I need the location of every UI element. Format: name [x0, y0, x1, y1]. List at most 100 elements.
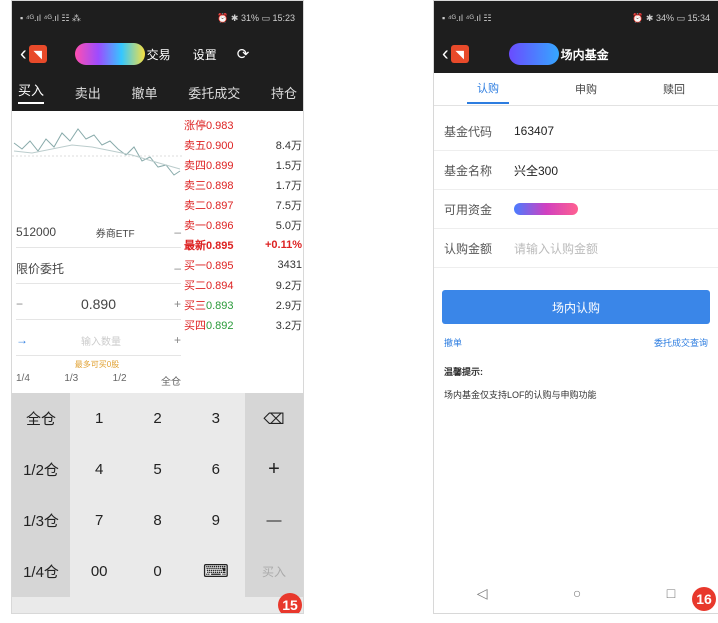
links-row: 撤单 委托成交查询: [434, 324, 718, 349]
nav-bar: ◁ ○ □: [434, 573, 718, 613]
order-type-row[interactable]: 限价委托 –: [16, 253, 181, 284]
key-quarter[interactable]: 1/4仓: [12, 546, 70, 597]
order-query-link[interactable]: 委托成交查询: [654, 336, 708, 349]
app-logo-icon: ◥: [28, 45, 47, 63]
tab-subscribe[interactable]: 认购: [467, 74, 509, 104]
ob-row[interactable]: 卖二0.897 7.5万: [184, 195, 302, 215]
qty-plus-button[interactable]: +: [174, 333, 181, 347]
stock-name: 券商ETF: [95, 228, 135, 240]
recent-nav-icon[interactable]: □: [667, 585, 675, 601]
available-funds-row: 可用资金: [434, 190, 718, 229]
title-bar: ‹ ◥ 场内基金: [434, 35, 718, 73]
price-plus-button[interactable]: +: [174, 297, 181, 311]
tab-positions[interactable]: 持仓: [271, 83, 297, 102]
tab-sell[interactable]: 卖出: [75, 83, 101, 102]
tab-orders[interactable]: 委托成交: [188, 83, 240, 102]
price-input[interactable]: 0.890: [81, 296, 116, 312]
ob-row[interactable]: 卖四0.899 1.5万: [184, 155, 302, 175]
fund-name-label: 基金名称: [444, 163, 493, 178]
trade-tabs: 买入 卖出 撤单 委托成交 持仓: [12, 73, 303, 111]
ob-row[interactable]: 买三0.893 2.9万: [184, 295, 302, 315]
ob-row[interactable]: 卖三0.898 1.7万: [184, 175, 302, 195]
position-1-2[interactable]: 1/2: [113, 373, 127, 388]
home-nav-icon[interactable]: ○: [573, 585, 581, 601]
fund-code-value[interactable]: 163407: [514, 124, 554, 138]
tab-cancel[interactable]: 撤单: [131, 83, 157, 102]
order-book: 涨停0.983 卖五0.900 8.4万 卖四0.899 1.5万 卖三0.898 1…: [184, 115, 302, 335]
fund-code-label: 基金代码: [444, 124, 493, 139]
key-8[interactable]: 8: [128, 495, 186, 546]
key-1[interactable]: 1: [70, 393, 128, 444]
ob-row[interactable]: 卖一0.896 5.0万: [184, 215, 302, 235]
buy-submit-key[interactable]: 买入: [244, 546, 303, 597]
key-6[interactable]: 6: [187, 444, 245, 495]
tab-redeem[interactable]: 赎回: [663, 81, 685, 97]
ob-row[interactable]: 卖五0.900 8.4万: [184, 135, 302, 155]
page-title: 场内基金: [560, 47, 609, 62]
tip-text: 场内基金仅支持LOF的认购与申购功能: [444, 390, 597, 400]
dropdown-icon[interactable]: –: [174, 261, 181, 275]
numeric-keypad: 全仓 1 2 3 ⌫ 1/2仓 4 5 6 + 1/3仓 7 8 9 — 1/4…: [12, 393, 303, 599]
back-icon[interactable]: ‹: [20, 43, 27, 66]
right-phone-screen: ▪ ⁴ᴳ.ıl ⁴ᴳ.ıl ☷ ⏰ ✱ 34% ▭ 15:34 ‹ ◥ 场内基金…: [433, 0, 718, 614]
fund-name-row: 基金名称 兴全300: [434, 151, 718, 190]
intraday-chart: [12, 128, 182, 176]
key-5[interactable]: 5: [128, 444, 186, 495]
status-right: ⏰ ✱ 34% ▭ 15:34: [632, 12, 710, 23]
ob-row[interactable]: 买一0.895 3431: [184, 255, 302, 275]
clear-icon[interactable]: –: [174, 225, 181, 239]
fund-code-row[interactable]: 基金代码 163407: [434, 112, 718, 151]
tab-buy[interactable]: 买入: [18, 80, 45, 104]
blurred-funds: [514, 203, 578, 215]
position-full[interactable]: 全仓: [161, 373, 181, 388]
key-full[interactable]: 全仓: [12, 393, 70, 444]
refresh-icon[interactable]: ⟳: [237, 45, 250, 63]
ob-row[interactable]: 买四0.892 3.2万: [184, 315, 302, 335]
order-type: 限价委托: [16, 261, 65, 276]
plus-key[interactable]: +: [244, 444, 303, 495]
blurred-broker-name: [74, 43, 145, 65]
key-2[interactable]: 2: [128, 393, 186, 444]
back-nav-icon[interactable]: ◁: [477, 585, 488, 602]
key-0[interactable]: 0: [128, 546, 186, 597]
ob-row[interactable]: 涨停0.983: [184, 115, 302, 135]
step-badge: 16: [692, 587, 716, 611]
key-9[interactable]: 9: [187, 495, 245, 546]
status-left: ▪ ⁴ᴳ.ıl ⁴ᴳ.ıl ☷ ⁂: [20, 12, 81, 23]
max-buy-hint: 最多可买0股: [74, 360, 120, 369]
subscribe-amount-row[interactable]: 认购金额 请输入认购金额: [434, 229, 718, 268]
key-7[interactable]: 7: [70, 495, 128, 546]
fund-tabs: 认购 申购 赎回: [434, 73, 718, 106]
subscribe-amount-input[interactable]: 请输入认购金额: [514, 240, 598, 257]
cancel-order-link[interactable]: 撤单: [444, 336, 462, 349]
fund-form: 基金代码 163407 基金名称 兴全300 可用资金 认购金额 请输入认购金额: [434, 112, 718, 268]
ob-row[interactable]: 买二0.894 9.2万: [184, 275, 302, 295]
stock-code: 512000: [16, 225, 57, 239]
status-bar: ▪ ⁴ᴳ.ıl ⁴ᴳ.ıl ☷ ⁂ ⏰ ✱ 31% ▭ 15:23: [12, 1, 303, 35]
key-00[interactable]: 00: [70, 546, 128, 597]
subscribe-button[interactable]: 场内认购: [442, 290, 710, 324]
back-icon[interactable]: ‹: [442, 43, 449, 66]
key-half[interactable]: 1/2仓: [12, 444, 70, 495]
order-form: 512000 券商ETF – 限价委托 – − 0.890 + → 输入数量 +…: [12, 111, 182, 396]
backspace-icon[interactable]: ⌫: [244, 393, 303, 444]
tab-purchase[interactable]: 申购: [575, 81, 597, 97]
quantity-input[interactable]: 输入数量: [81, 333, 121, 348]
fund-name-value: 兴全300: [514, 163, 559, 178]
qty-minus-button[interactable]: →: [16, 333, 28, 347]
app-logo-icon: ◥: [450, 45, 469, 63]
key-3[interactable]: 3: [187, 393, 245, 444]
position-1-3[interactable]: 1/3: [64, 373, 78, 388]
blurred-broker-name: [508, 43, 559, 65]
stock-code-row[interactable]: 512000 券商ETF –: [16, 217, 181, 248]
key-4[interactable]: 4: [70, 444, 128, 495]
tips: 温馨提示: 场内基金仅支持LOF的认购与申购功能: [434, 349, 718, 401]
status-bar: ▪ ⁴ᴳ.ıl ⁴ᴳ.ıl ☷ ⏰ ✱ 34% ▭ 15:34: [434, 1, 718, 35]
keyboard-icon[interactable]: ⌨: [187, 546, 245, 597]
position-shortcuts: 1/4 1/3 1/2 全仓: [16, 373, 181, 388]
position-1-4[interactable]: 1/4: [16, 373, 30, 388]
price-minus-button[interactable]: −: [16, 297, 23, 311]
settings-button[interactable]: 设置: [193, 46, 217, 63]
key-third[interactable]: 1/3仓: [12, 495, 70, 546]
minus-key[interactable]: —: [244, 495, 303, 546]
